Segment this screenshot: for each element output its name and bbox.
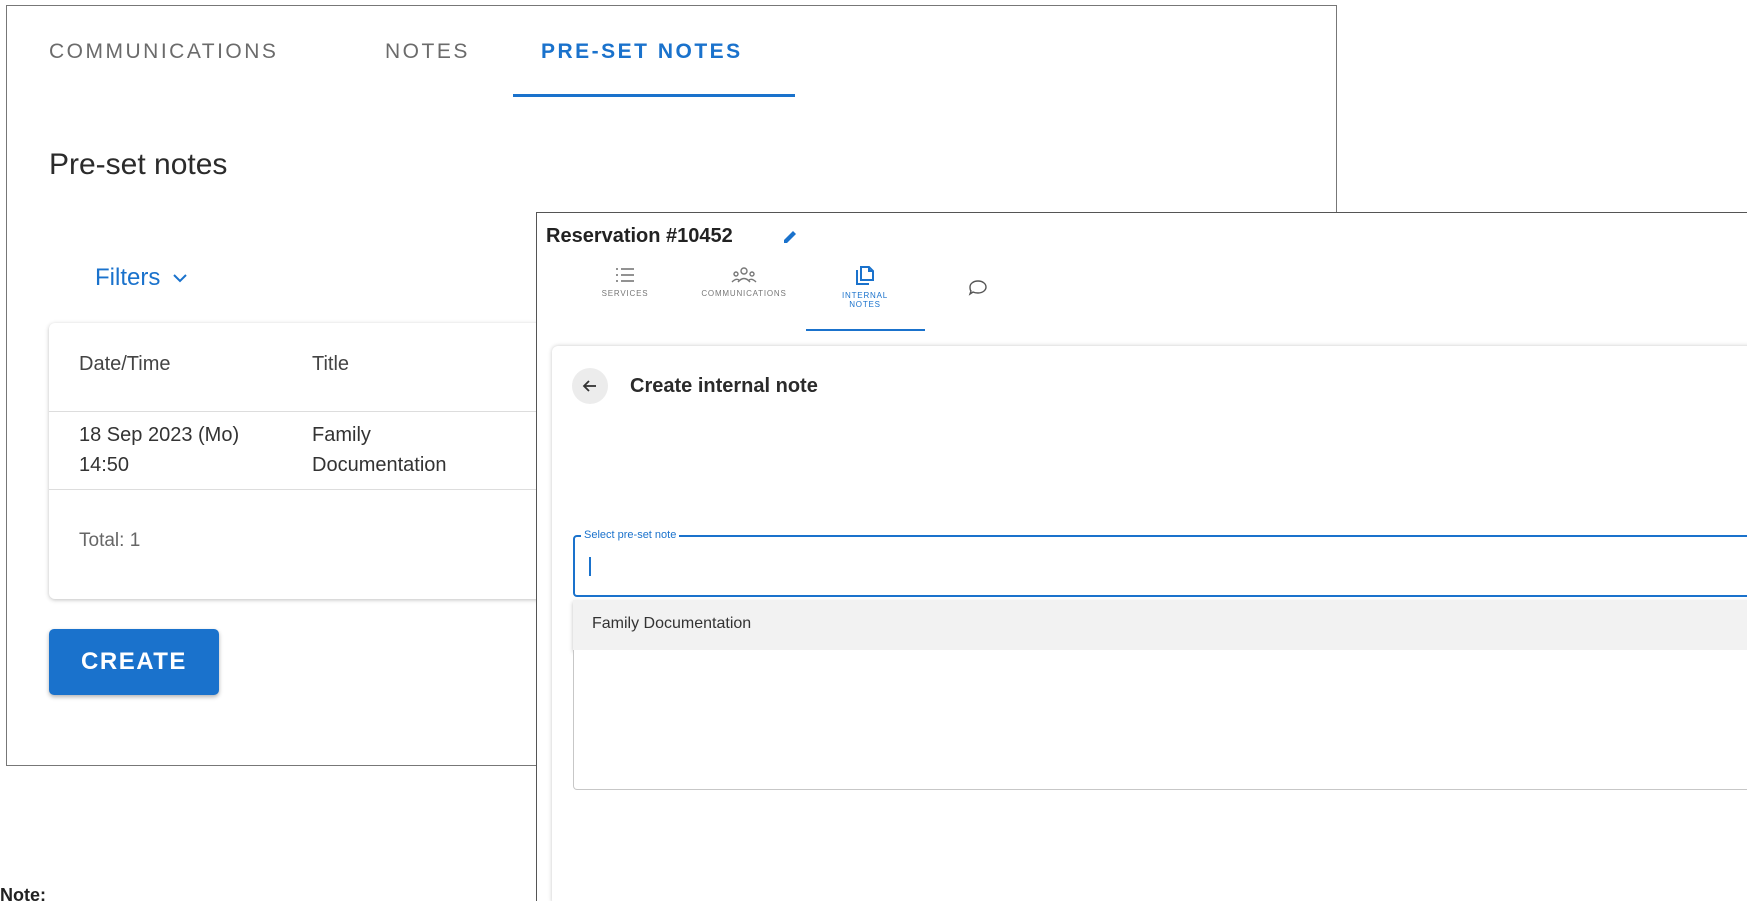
- list-icon: [616, 268, 634, 282]
- copy-icon: [856, 266, 874, 285]
- note-content-area[interactable]: [573, 650, 1747, 790]
- active-tab-indicator: [806, 329, 925, 331]
- reservation-panel: Reservation #10452 SERVICES COMMUNICATIO…: [536, 212, 1747, 901]
- reservation-title: Reservation #10452: [546, 225, 733, 247]
- pre-set-note-select[interactable]: Select pre-set note: [573, 529, 1747, 597]
- form-title: Create internal note: [630, 375, 818, 397]
- create-button[interactable]: CREATE: [49, 629, 219, 695]
- date-text: 18 Sep 2023 (Mo): [79, 424, 240, 446]
- tab-services[interactable]: SERVICES: [595, 265, 655, 298]
- tab-services-label: SERVICES: [601, 289, 649, 298]
- tab-notes[interactable]: NOTES: [385, 40, 470, 64]
- row-divider: [49, 489, 609, 490]
- date-time-cell: 18 Sep 2023 (Mo) 14:50: [79, 420, 239, 480]
- back-button[interactable]: [572, 368, 608, 404]
- tab-communications[interactable]: COMMUNICATIONS: [49, 40, 278, 64]
- tab-communications-icon[interactable]: COMMUNICATIONS: [689, 265, 799, 298]
- title-text-line2: Documentation: [312, 454, 447, 476]
- active-tab-indicator: [513, 94, 795, 97]
- note-caption: Note:: [0, 885, 46, 905]
- time-text: 14:50: [79, 454, 130, 476]
- filters-toggle[interactable]: Filters: [95, 264, 190, 292]
- title-cell: Family Documentation: [312, 420, 447, 480]
- create-note-form: Create internal note Select pre-set note…: [552, 346, 1747, 901]
- tab-internal-notes-label-line2: NOTES: [849, 300, 881, 309]
- tab-bar: COMMUNICATIONS NOTES PRE-SET NOTES: [7, 6, 1336, 101]
- people-icon: [731, 267, 757, 283]
- title-text-line1: Family: [312, 424, 371, 446]
- page-title: Pre-set notes: [49, 148, 228, 181]
- pre-set-notes-table: Date/Time Title 18 Sep 2023 (Mo) 14:50 F…: [49, 323, 609, 599]
- arrow-left-icon: [582, 380, 596, 392]
- select-dropdown: Family Documentation: [573, 600, 1747, 650]
- filters-label: Filters: [95, 264, 161, 291]
- column-header-title[interactable]: Title: [312, 353, 349, 376]
- chevron-down-icon: [173, 274, 188, 283]
- chat-bubble-icon: [968, 280, 987, 296]
- tab-internal-notes-label-line1: INTERNAL: [842, 291, 888, 300]
- tab-internal-notes-label: INTERNAL NOTES: [827, 291, 903, 309]
- tab-communications-label: COMMUNICATIONS: [701, 289, 787, 298]
- pencil-icon[interactable]: [780, 227, 800, 247]
- select-legend: Select pre-set note: [581, 529, 680, 541]
- total-count: Total: 1: [79, 530, 141, 551]
- tab-pre-set-notes[interactable]: PRE-SET NOTES: [541, 40, 743, 64]
- column-header-date-time[interactable]: Date/Time: [79, 353, 171, 376]
- dropdown-option[interactable]: Family Documentation: [592, 615, 751, 633]
- header-divider: [49, 411, 609, 412]
- tab-chat[interactable]: [961, 279, 995, 297]
- tab-internal-notes[interactable]: INTERNAL NOTES: [827, 265, 903, 309]
- text-cursor: [589, 557, 591, 576]
